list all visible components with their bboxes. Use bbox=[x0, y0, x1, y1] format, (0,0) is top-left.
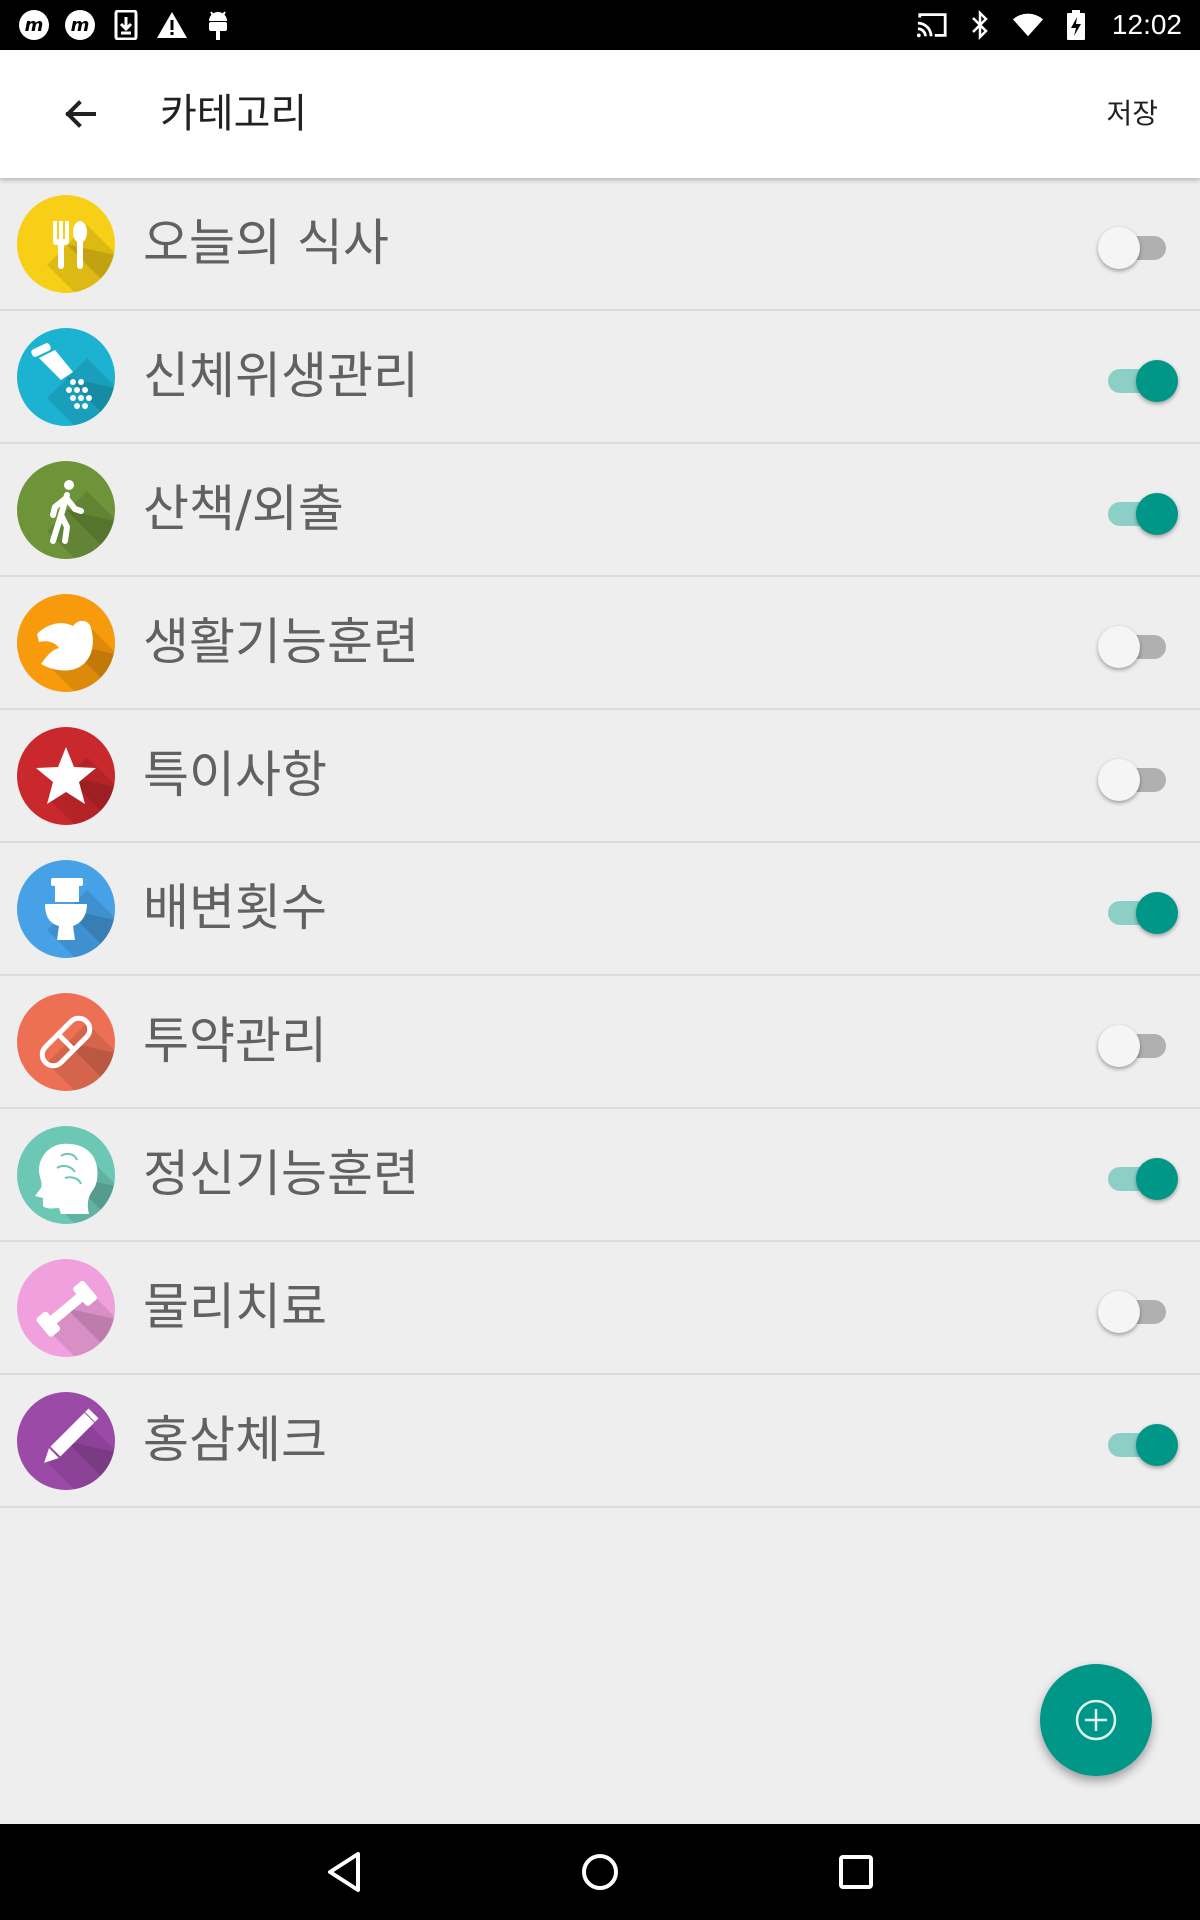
category-row[interactable]: 오늘의 식사 bbox=[0, 178, 1200, 311]
toggle-thumb bbox=[1136, 360, 1178, 402]
add-circle-icon bbox=[1075, 1699, 1117, 1741]
utensils-icon bbox=[17, 195, 115, 293]
save-button[interactable]: 저장 bbox=[1094, 74, 1170, 154]
android-icon bbox=[202, 9, 234, 41]
category-label: 신체위생관리 bbox=[143, 347, 419, 405]
category-toggle[interactable] bbox=[1098, 613, 1178, 673]
toggle-thumb bbox=[1098, 1291, 1140, 1333]
navigation-bar bbox=[0, 1824, 1200, 1920]
svg-text:m: m bbox=[25, 15, 44, 36]
category-toggle[interactable] bbox=[1098, 879, 1178, 939]
nav-home-icon bbox=[582, 1854, 618, 1890]
cast-icon bbox=[916, 9, 948, 41]
category-toggle[interactable] bbox=[1098, 1278, 1178, 1338]
pencil-icon bbox=[17, 1392, 115, 1490]
toggle-thumb bbox=[1098, 1025, 1140, 1067]
dumbbell-icon bbox=[17, 1259, 115, 1357]
category-row[interactable]: 신체위생관리 bbox=[0, 311, 1200, 444]
category-row[interactable]: 정신기능훈련 bbox=[0, 1109, 1200, 1242]
nav-recents-button[interactable] bbox=[826, 1842, 886, 1902]
warning-icon bbox=[156, 9, 188, 41]
clock: 12:02 bbox=[1111, 9, 1182, 40]
category-row[interactable]: 홍삼체크 bbox=[0, 1375, 1200, 1508]
toggle-thumb bbox=[1136, 1158, 1178, 1200]
category-row[interactable]: 생활기능훈련 bbox=[0, 577, 1200, 710]
category-toggle[interactable] bbox=[1098, 347, 1178, 407]
svg-text:m: m bbox=[71, 15, 90, 36]
app-bar: 카테고리 저장 bbox=[0, 50, 1200, 178]
toggle-thumb bbox=[1136, 892, 1178, 934]
category-row[interactable]: 산책/외출 bbox=[0, 444, 1200, 577]
category-row[interactable]: 물리치료 bbox=[0, 1242, 1200, 1375]
system-icons: 12:02 bbox=[916, 0, 1182, 50]
muscle-arm-icon bbox=[17, 594, 115, 692]
nav-home-button[interactable] bbox=[570, 1842, 630, 1902]
category-label: 산책/외출 bbox=[143, 480, 344, 538]
category-label: 투약관리 bbox=[143, 1012, 327, 1070]
category-label: 정신기능훈련 bbox=[143, 1145, 419, 1203]
nav-recents-icon bbox=[839, 1855, 873, 1889]
category-label: 배변횟수 bbox=[143, 879, 327, 937]
category-toggle[interactable] bbox=[1098, 1411, 1178, 1471]
pill-icon bbox=[17, 993, 115, 1091]
category-toggle[interactable] bbox=[1098, 214, 1178, 274]
category-toggle[interactable] bbox=[1098, 746, 1178, 806]
toggle-thumb bbox=[1098, 626, 1140, 668]
notification-icons: m m bbox=[18, 0, 234, 50]
toilet-icon bbox=[17, 860, 115, 958]
add-category-button[interactable] bbox=[1040, 1664, 1152, 1776]
toggle-thumb bbox=[1098, 227, 1140, 269]
category-label: 생활기능훈련 bbox=[143, 613, 419, 671]
nav-back-icon bbox=[328, 1852, 360, 1892]
category-row[interactable]: 특이사항 bbox=[0, 710, 1200, 843]
m-app-icon: m bbox=[64, 9, 96, 41]
category-list: 오늘의 식사신체위생관리산책/외출생활기능훈련특이사항배변횟수투약관리정신기능훈… bbox=[0, 178, 1200, 1508]
shower-icon bbox=[17, 328, 115, 426]
m-notification-icon: m bbox=[18, 9, 50, 41]
star-icon bbox=[17, 727, 115, 825]
category-toggle[interactable] bbox=[1098, 1012, 1178, 1072]
page-title: 카테고리 bbox=[160, 91, 308, 137]
download-icon bbox=[110, 9, 142, 41]
category-toggle[interactable] bbox=[1098, 1145, 1178, 1205]
category-label: 홍삼체크 bbox=[143, 1411, 327, 1469]
arrow-back-icon bbox=[65, 100, 96, 128]
toggle-thumb bbox=[1136, 493, 1178, 535]
nav-back-button[interactable] bbox=[314, 1842, 374, 1902]
category-label: 오늘의 식사 bbox=[143, 214, 389, 272]
category-label: 물리치료 bbox=[143, 1278, 327, 1336]
toggle-thumb bbox=[1136, 1424, 1178, 1466]
walking-person-icon bbox=[17, 461, 115, 559]
toggle-thumb bbox=[1098, 759, 1140, 801]
status-bar: m m 12:02 bbox=[0, 0, 1200, 50]
bluetooth-icon bbox=[964, 9, 996, 41]
wifi-icon bbox=[1012, 9, 1044, 41]
battery-charging-icon bbox=[1060, 9, 1092, 41]
category-row[interactable]: 배변횟수 bbox=[0, 843, 1200, 976]
category-toggle[interactable] bbox=[1098, 480, 1178, 540]
category-row[interactable]: 투약관리 bbox=[0, 976, 1200, 1109]
category-label: 특이사항 bbox=[143, 746, 327, 804]
back-button[interactable] bbox=[40, 74, 120, 154]
brain-head-icon bbox=[17, 1126, 115, 1224]
